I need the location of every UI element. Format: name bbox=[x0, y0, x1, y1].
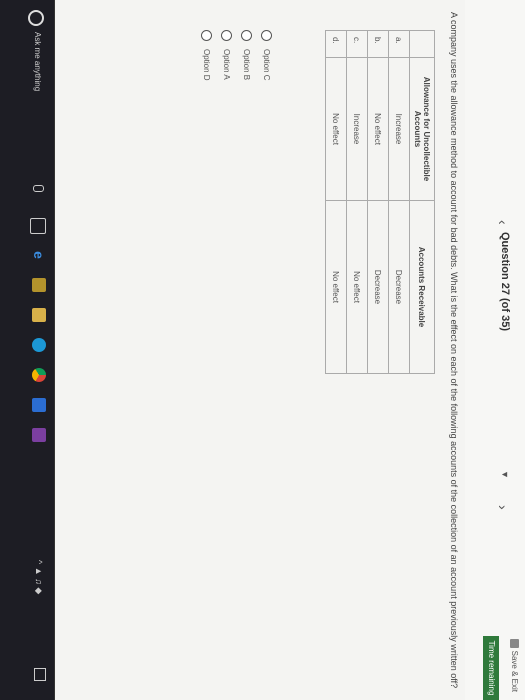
radio-icon[interactable] bbox=[261, 30, 273, 41]
question-panel: A company uses the allowance method to a… bbox=[55, 0, 465, 700]
save-exit-button[interactable]: Save & Exit bbox=[510, 638, 519, 692]
table-row: a. Increase Decrease bbox=[388, 30, 410, 374]
chrome-icon[interactable] bbox=[32, 368, 46, 382]
option-c-radio[interactable]: Option C bbox=[257, 30, 277, 81]
table-cell: b. bbox=[367, 30, 389, 58]
system-tray[interactable]: ^ ▲ ♫ ◆ bbox=[33, 560, 44, 594]
time-remaining-badge: Time remaining bbox=[483, 636, 499, 700]
table-row: c. Increase No effect bbox=[346, 30, 368, 374]
option-label: Option B bbox=[242, 49, 252, 81]
task-view-icon[interactable] bbox=[30, 218, 46, 234]
table-cell: No effect bbox=[346, 200, 368, 374]
windows-taskbar: Ask me anything e ^ ▲ ♫ ◆ bbox=[0, 0, 55, 700]
monitor-screen: ‹ Question 27 (of 35) ▼ › Save & Exit Ti… bbox=[0, 0, 525, 700]
table-row: d. No effect No effect bbox=[325, 30, 347, 374]
table-header: Allowance for Uncollectible Accounts bbox=[409, 57, 435, 201]
radio-icon[interactable] bbox=[221, 30, 233, 41]
table-cell: c. bbox=[346, 30, 368, 58]
notification-icon[interactable] bbox=[34, 668, 46, 681]
option-label: Option C bbox=[262, 49, 272, 81]
table-row: b. No effect Decrease bbox=[367, 30, 389, 374]
question-text: A company uses the allowance method to a… bbox=[449, 12, 459, 689]
table-cell: Increase bbox=[388, 57, 410, 201]
option-d-radio[interactable]: Option D bbox=[197, 30, 217, 81]
option-b-radio[interactable]: Option B bbox=[237, 30, 257, 81]
store-icon[interactable] bbox=[32, 278, 46, 292]
table-cell: Decrease bbox=[367, 200, 389, 374]
table-cell: d. bbox=[325, 30, 347, 58]
table-header: Accounts Receivable bbox=[409, 200, 435, 374]
table-cell: No effect bbox=[325, 57, 347, 201]
answer-options: Option C Option B Option A Option D bbox=[197, 30, 277, 81]
media-player-icon[interactable] bbox=[32, 428, 46, 442]
table-header-row: Allowance for Uncollectible Accounts Acc… bbox=[409, 30, 435, 374]
previous-question-button[interactable]: ‹ bbox=[495, 220, 511, 225]
table-cell: No effect bbox=[325, 200, 347, 374]
skype-icon[interactable] bbox=[32, 338, 46, 352]
option-a-radio[interactable]: Option A bbox=[217, 30, 237, 81]
radio-icon[interactable] bbox=[241, 30, 253, 41]
microphone-icon[interactable] bbox=[33, 185, 44, 192]
table-cell: a. bbox=[388, 30, 410, 58]
table-header bbox=[409, 30, 435, 58]
option-label: Option D bbox=[202, 49, 212, 81]
save-exit-label: Save & Exit bbox=[510, 650, 519, 692]
option-label: Option A bbox=[222, 49, 232, 80]
next-question-button[interactable]: › bbox=[495, 505, 511, 510]
save-icon bbox=[510, 638, 519, 648]
question-counter: Question 27 (of 35) bbox=[499, 232, 511, 332]
table-cell: Increase bbox=[346, 57, 368, 201]
chevron-down-icon[interactable]: ▼ bbox=[500, 470, 510, 479]
search-input[interactable]: Ask me anything bbox=[33, 32, 42, 91]
mail-icon[interactable] bbox=[32, 398, 46, 412]
edge-browser-icon[interactable]: e bbox=[31, 248, 47, 262]
exam-header: ‹ Question 27 (of 35) ▼ › Save & Exit Ti… bbox=[464, 0, 525, 700]
cortana-icon[interactable] bbox=[28, 10, 44, 26]
table-cell: Decrease bbox=[388, 200, 410, 374]
radio-icon[interactable] bbox=[201, 30, 213, 41]
file-explorer-icon[interactable] bbox=[32, 308, 46, 322]
table-cell: No effect bbox=[367, 57, 389, 201]
answer-table: Allowance for Uncollectible Accounts Acc… bbox=[325, 30, 435, 374]
